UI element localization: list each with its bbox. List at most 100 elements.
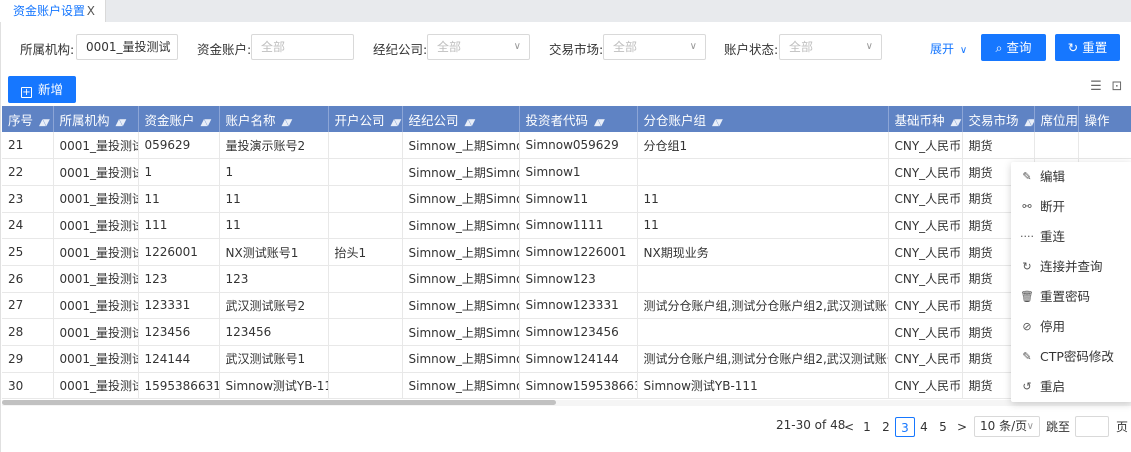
column-header[interactable]: 投资者代码 ▲▼ [519, 106, 638, 132]
status-label: 账户状态: [724, 42, 779, 57]
account-input[interactable]: 全部 [251, 34, 354, 60]
table-row[interactable]: 230001_量投测试1111Simnow_上期SimnowSimnow1111… [2, 185, 1131, 213]
table-cell [328, 318, 403, 346]
sort-icon[interactable]: ▲▼ [391, 118, 401, 128]
table-cell: Simnow123456 [519, 318, 638, 346]
column-header-label: 投资者代码 [525, 112, 589, 128]
column-header[interactable]: 席位用户 [1034, 106, 1079, 132]
filter-bar: 所属机构: 0001_量投测试 ∨ 资金账户: 全部 经纪公司: 全部 ∨ 交易… [1, 22, 1131, 72]
menu-item-label: 连接并查询 [1040, 259, 1103, 274]
menu-item[interactable]: ↻ 连接并查询 [1011, 252, 1131, 282]
table-cell: 武汉测试账号2 [219, 292, 329, 320]
close-icon[interactable]: X [87, 0, 95, 22]
menu-item-label: 重连 [1040, 229, 1066, 244]
next-page-button[interactable]: > [956, 417, 968, 437]
sort-icon[interactable]: ▲▼ [951, 118, 961, 128]
menu-item[interactable]: ✎ 编辑 [1011, 162, 1131, 192]
column-header[interactable]: 分仓账户组 ▲▼ [637, 106, 889, 132]
column-header[interactable]: 所属机构 ▲▼ [53, 106, 139, 132]
column-header[interactable]: 经纪公司 ▲▼ [402, 106, 520, 132]
table-row[interactable]: 220001_量投测试11Simnow_上期SimnowSimnow1CNY_人… [2, 158, 1131, 186]
table-cell [328, 185, 403, 213]
page-size-select[interactable]: 10 条/页 ∨ [974, 416, 1040, 437]
table-row[interactable]: 270001_量投测试123331武汉测试账号2 Simnow_上期SimnowS… [2, 292, 1131, 320]
horizontal-scrollbar[interactable] [2, 400, 1131, 406]
pagination-summary: 21-30 of 48 [776, 418, 846, 432]
sort-icon[interactable]: ▲▼ [594, 118, 605, 128]
market-select[interactable]: 全部 ∨ [603, 34, 706, 60]
query-button[interactable]: ⌕ 查询 [981, 34, 1046, 61]
menu-item-label: 停用 [1040, 319, 1066, 334]
jump-label: 跳至 [1046, 420, 1071, 434]
jump-page-input[interactable] [1075, 416, 1109, 437]
sort-icon[interactable]: ▲▼ [282, 118, 293, 128]
page-number-button[interactable]: 5 [938, 417, 948, 437]
table-row[interactable]: 280001_量投测试123456123456Simnow_上期SimnowSi… [2, 318, 1131, 346]
export-icon[interactable]: ⊡ [1109, 79, 1125, 95]
table-cell: Simnow_上期Simnow [402, 158, 520, 186]
menu-item[interactable]: ⚯ 断开 [1011, 192, 1131, 222]
reset-button[interactable]: ↻ 重置 [1055, 34, 1120, 61]
column-header[interactable]: 基础币种 ▲▼ [888, 106, 963, 132]
table-cell: 28 [2, 318, 54, 346]
page-number-button[interactable]: 3 [895, 417, 915, 437]
menu-item-label: 断开 [1040, 199, 1066, 214]
column-header[interactable]: 账户名称 ▲▼ [219, 106, 329, 132]
column-header[interactable]: 交易市场 ▲▼ [962, 106, 1035, 132]
sort-icon[interactable]: ▲▼ [201, 118, 212, 128]
sort-icon[interactable]: ▲▼ [1025, 118, 1033, 128]
column-header[interactable]: 开户公司 ▲▼ [328, 106, 403, 132]
column-header[interactable]: 资金账户 ▲▼ [138, 106, 220, 132]
table-row[interactable]: 240001_量投测试11111Simnow_上期SimnowSimnow111… [2, 212, 1131, 240]
status-select[interactable]: 全部 ∨ [779, 34, 882, 60]
list-settings-icon[interactable]: ☰ [1088, 79, 1104, 95]
table-body: 210001_量投测试059629量投演示账号2Simnow_上期SimnowS… [2, 132, 1131, 400]
menu-item[interactable]: ✎ CTP密码修改 [1011, 342, 1131, 372]
table-cell: Simnow_上期Simnow [402, 238, 520, 266]
column-header-label: 操作 [1084, 112, 1110, 128]
table-row[interactable]: 25 0001_量投测试 1226001 NX测试账号1 抬头1 Simnow_上期Sim… [2, 238, 1131, 266]
sort-icon[interactable]: ▲▼ [39, 118, 50, 128]
table-cell: 11 [637, 185, 889, 213]
sort-icon[interactable]: ▲▼ [116, 118, 127, 128]
scrollbar-thumb[interactable] [2, 400, 556, 405]
table-row[interactable]: 210001_量投测试059629量投演示账号2 Simnow_上期SimnowS… [2, 132, 1131, 160]
page-number-button[interactable]: 4 [919, 417, 929, 437]
table-row[interactable]: 290001_量投测试124144武汉测试账号1 Simnow_上期SimnowS… [2, 345, 1131, 373]
chevron-down-icon: ∨ [1026, 421, 1034, 432]
table-cell: Simnow059629 [519, 132, 638, 160]
table-cell: 0001_量投测试 [53, 292, 139, 320]
broker-select[interactable]: 全部 ∨ [427, 34, 530, 60]
menu-item[interactable]: ⊘ 停用 [1011, 312, 1131, 342]
table-row[interactable]: 260001_量投测试123123Simnow_上期SimnowSimnow12… [2, 265, 1131, 293]
table-cell: 抬头1 [328, 238, 403, 266]
table-cell: 123331 [138, 292, 220, 320]
sort-icon[interactable]: ▲▼ [712, 118, 723, 128]
add-button[interactable]: + 新增 [8, 76, 76, 103]
table-cell: 武汉测试账号1 [219, 345, 329, 373]
column-header[interactable]: 序号 ▲▼ [2, 106, 54, 132]
menu-item[interactable]: ···· 重连 [1011, 222, 1131, 252]
prev-page-button[interactable]: < [843, 417, 855, 437]
table-cell: 22 [2, 158, 54, 186]
page-number-button[interactable]: 1 [862, 417, 872, 437]
table-cell: 分仓组1 [637, 132, 889, 160]
sort-icon[interactable]: ▲▼ [465, 118, 476, 128]
table-cell: Simnow_上期Simnow [402, 185, 520, 213]
tab-fund-account-settings[interactable]: 资金账户设置 X [0, 0, 106, 22]
tab-bar: 资金账户设置 X [0, 0, 1131, 22]
table-cell: 0001_量投测试 [53, 265, 139, 293]
expand-link[interactable]: 展开 ∨ [930, 40, 967, 57]
column-header[interactable]: 操作 [1078, 106, 1131, 132]
edit-square-icon: ✎ [1022, 350, 1032, 363]
org-select[interactable]: 0001_量投测试 ∨ [76, 34, 178, 60]
chevron-down-icon: ∨ [865, 41, 873, 52]
table-cell: 量投演示账号2 [219, 132, 329, 160]
table-row[interactable]: 300001_量投测试15953866311Simnow测试YB-111Simn… [2, 372, 1131, 400]
menu-item[interactable]: ↺ 重启 [1011, 372, 1131, 402]
column-header-label: 基础币种 [894, 112, 945, 128]
table-cell: 0001_量投测试 [53, 238, 139, 266]
page-number-button[interactable]: 2 [881, 417, 891, 437]
org-select-value: 0001_量投测试 [86, 40, 171, 54]
menu-item[interactable]: 🗑 重置密码 [1011, 282, 1131, 312]
